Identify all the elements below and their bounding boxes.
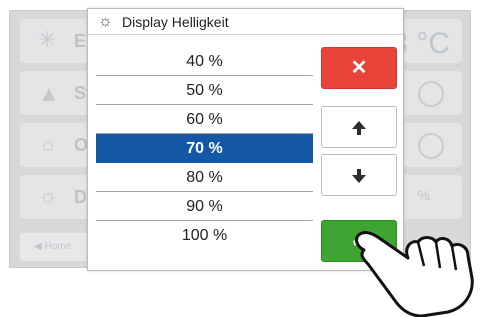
dialog-title-bar: ☼ Display Helligkeit [88, 9, 403, 35]
arrow-down-icon [351, 164, 367, 186]
bg-percent: % [417, 187, 430, 203]
pointing-hand-icon [355, 230, 474, 317]
bg-sun-icon: ☼ [38, 131, 59, 156]
bg-cap-icon: ▲ [38, 81, 60, 106]
bg-home-label: Home [44, 241, 72, 252]
option-60[interactable]: 60 % [96, 105, 313, 134]
bg-circle [418, 133, 444, 159]
option-40[interactable]: 40 % [96, 47, 313, 76]
option-100[interactable]: 100 % [96, 221, 313, 250]
option-90[interactable]: 90 % [96, 192, 313, 221]
option-70-selected[interactable]: 70 % [96, 134, 313, 163]
close-icon: ✕ [350, 57, 368, 79]
bg-row-3-label: O [74, 135, 89, 155]
bg-row-1-label: E [74, 31, 87, 51]
bg-home-button: ◀ Home [20, 233, 90, 261]
option-80[interactable]: 80 % [96, 163, 313, 192]
cancel-button[interactable]: ✕ [321, 47, 397, 89]
option-50[interactable]: 50 % [96, 76, 313, 105]
bg-sun-icon: ☼ [38, 183, 59, 208]
brightness-icon: ☼ [98, 13, 113, 30]
arrow-up-icon [351, 116, 367, 138]
scroll-up-button[interactable] [321, 106, 397, 148]
bg-circle [418, 81, 444, 107]
brightness-options-list: 40 % 50 % 60 % 70 % 80 % 90 % 100 % [96, 47, 313, 250]
bg-row-4-label: D [74, 187, 87, 207]
dialog-title: Display Helligkeit [122, 14, 229, 30]
bg-gear-icon: ✳ [38, 27, 57, 52]
scroll-down-button[interactable] [321, 154, 397, 196]
